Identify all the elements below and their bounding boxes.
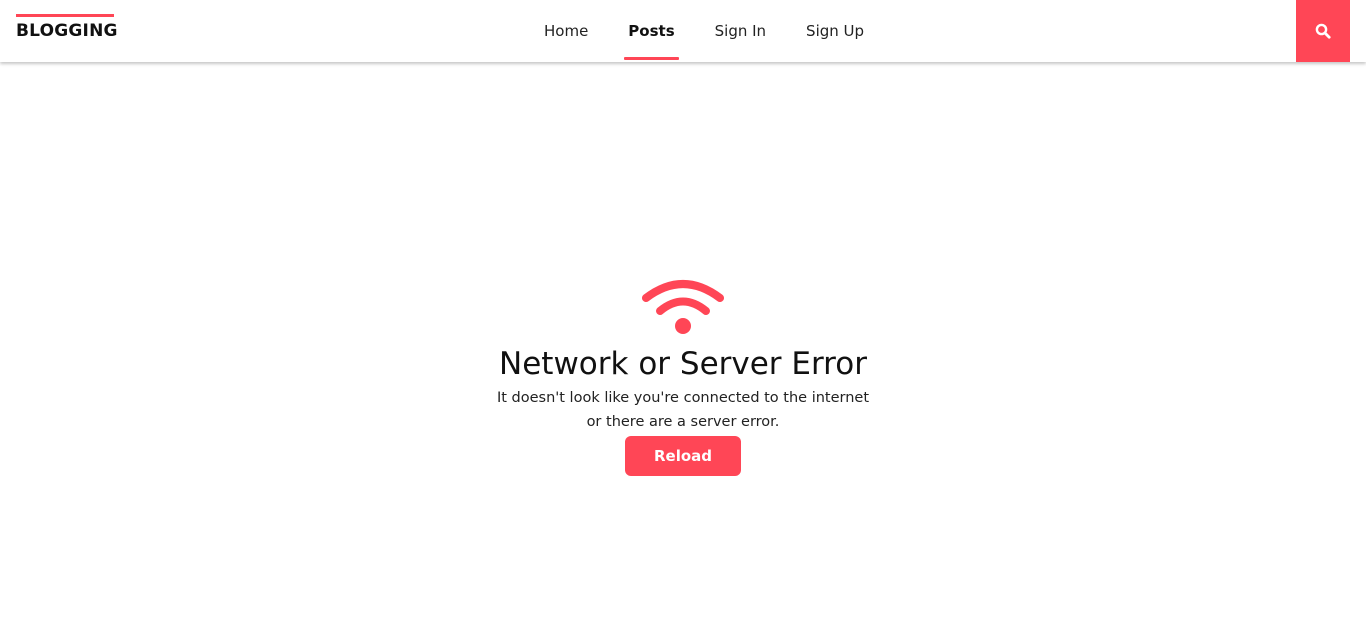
main-content: Network or Server Error It doesn't look … — [0, 62, 1366, 625]
nav-link-sign-up[interactable]: Sign Up — [802, 0, 868, 62]
reload-button[interactable]: Reload — [625, 436, 741, 476]
nav-link-posts[interactable]: Posts — [624, 0, 679, 62]
search-button[interactable] — [1296, 0, 1350, 62]
error-panel: Network or Server Error It doesn't look … — [0, 278, 1366, 476]
nav-link-home[interactable]: Home — [540, 0, 592, 62]
wifi-icon — [642, 280, 724, 334]
error-description-line-2: or there are a server error. — [586, 414, 780, 430]
brand-accent-bar — [16, 14, 114, 17]
brand-name: BLOGGING — [16, 21, 118, 41]
main-nav: Home Posts Sign In Sign Up — [540, 0, 900, 62]
error-description-line-1: It doesn't look like you're connected to… — [496, 390, 870, 406]
nav-link-sign-in[interactable]: Sign In — [711, 0, 770, 62]
top-navbar: BLOGGING Home Posts Sign In Sign Up — [0, 0, 1366, 62]
search-icon — [1315, 23, 1331, 39]
error-description: It doesn't look like you're connected to… — [483, 386, 883, 434]
error-title: Network or Server Error — [499, 346, 867, 382]
